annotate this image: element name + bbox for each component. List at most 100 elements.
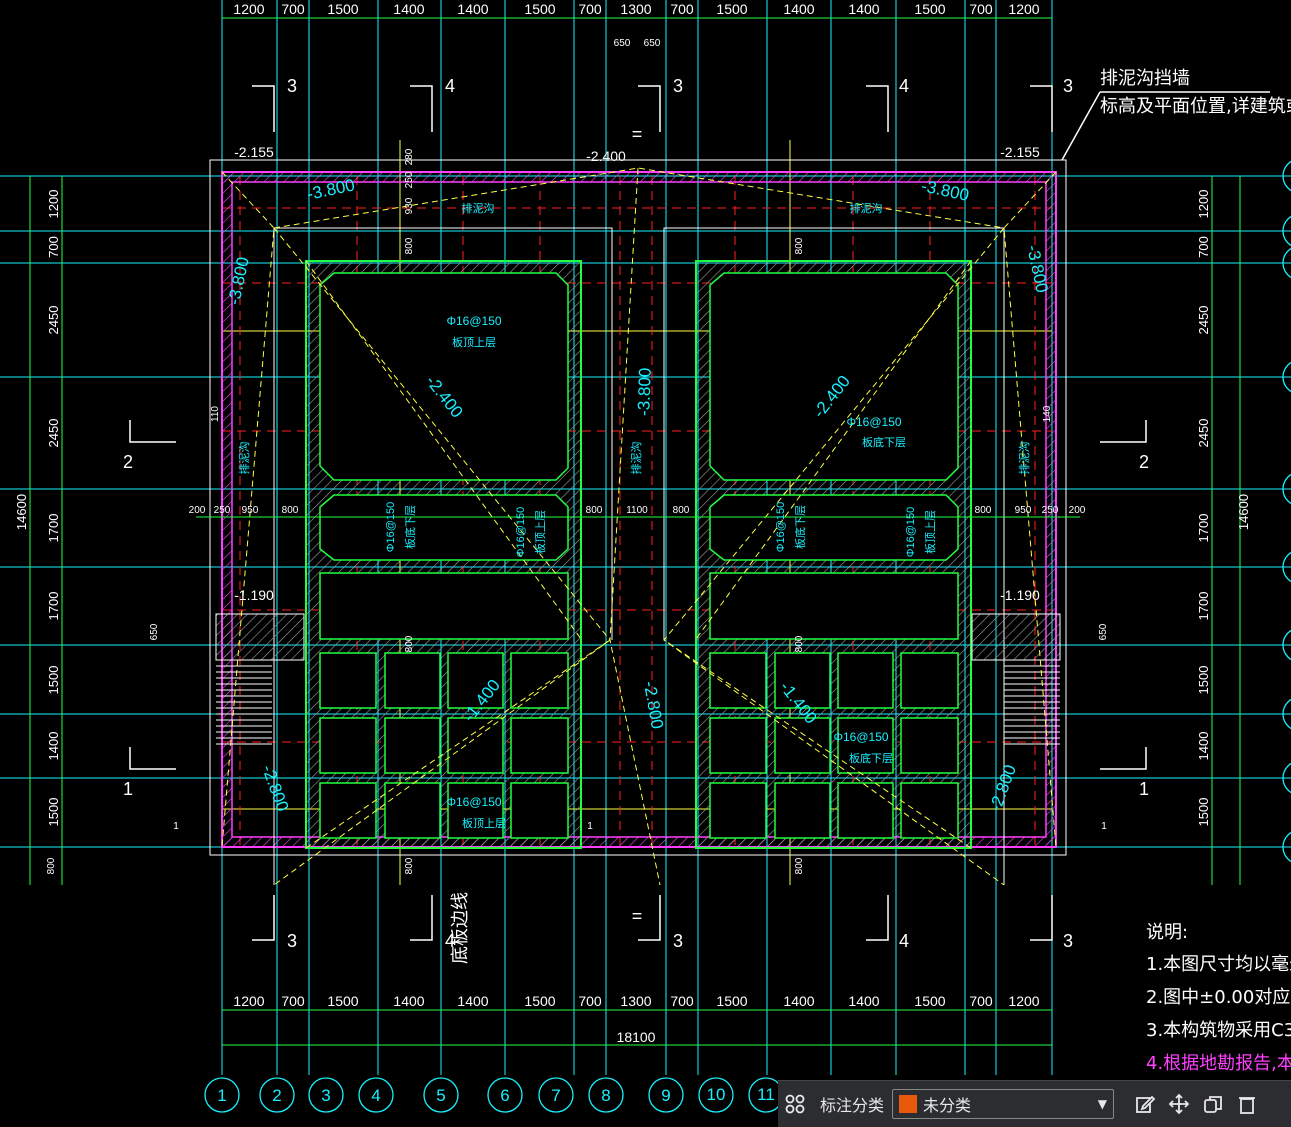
axis-bubble-9[interactable]: 9 — [648, 1077, 684, 1113]
small-dim: 280 — [404, 148, 415, 165]
right-dim: 1400 — [1196, 732, 1211, 761]
section-2: 2 — [1139, 452, 1149, 472]
trench-label: 排泥沟 — [462, 201, 495, 215]
axis-bubble-4[interactable]: 4 — [358, 1077, 394, 1113]
rebar-spec: Φ16@150 — [385, 502, 397, 553]
section-3: 3 — [1063, 76, 1073, 96]
row-dim: 950 — [1015, 505, 1032, 516]
bottom-dimension-texts: 1200 700 1500 1400 1400 1500 700 1300 70… — [233, 993, 1039, 1045]
rebar-layer: 板底下层 — [793, 505, 807, 549]
notes: 说明: 1.本图尺寸均以毫米计,标 2.图中±0.00对应的绝对 3.本构筑物采… — [1146, 922, 1291, 1074]
bottom-dim: 1500 — [524, 993, 555, 1009]
top-dim: 1500 — [716, 1, 747, 17]
axis-bubble-8[interactable]: 8 — [588, 1077, 624, 1113]
small-dim: 800 — [794, 635, 805, 652]
left-dim: 2450 — [46, 306, 61, 335]
axis-bubble-1[interactable]: 1 — [204, 1077, 240, 1113]
section-4: 4 — [899, 931, 909, 951]
axis-bubble-6[interactable]: 6 — [487, 1077, 523, 1113]
bottom-dim: 1200 — [233, 993, 264, 1009]
delete-icon[interactable] — [1230, 1087, 1264, 1121]
bottom-dim: 700 — [670, 993, 694, 1009]
mark-1: 1 — [1101, 821, 1107, 832]
top-dim: 1200 — [1008, 1, 1039, 17]
small-dim: 800 — [404, 857, 415, 874]
notes-title: 说明: — [1146, 922, 1188, 943]
right-dim: 1500 — [1196, 798, 1211, 827]
bottom-dim: 700 — [969, 993, 993, 1009]
top-dim: 1400 — [457, 1, 488, 17]
category-dropdown[interactable]: 未分类 ▼ — [892, 1089, 1115, 1119]
edit-icon[interactable] — [1128, 1087, 1162, 1121]
rebar-spec: Φ16@150 — [515, 507, 527, 558]
row-dim: 200 — [189, 505, 206, 516]
bottom-edge-label: 底板边线 — [450, 892, 471, 964]
axis-bubble-10[interactable]: 10 — [698, 1077, 734, 1113]
category-color-swatch — [899, 1095, 918, 1113]
top-dim: 1500 — [914, 1, 945, 17]
axis-bubble-5[interactable]: 5 — [423, 1077, 459, 1113]
section-3: 3 — [287, 76, 297, 96]
right-dim: 700 — [1196, 236, 1211, 258]
note-line-highlight: 4.根据地勘报告,本构筑物 — [1146, 1053, 1291, 1074]
copy-icon[interactable] — [1196, 1087, 1230, 1121]
left-dim: 1500 — [46, 798, 61, 827]
small-dim: 250 — [404, 171, 415, 188]
right-dim: 2450 — [1196, 419, 1211, 448]
left-dim: 800 — [46, 857, 57, 874]
axis-bubble-3[interactable]: 3 — [308, 1077, 344, 1113]
grid-icon[interactable] — [778, 1087, 812, 1121]
total-width-dim: 18100 — [617, 1029, 656, 1045]
trench-label: 排泥沟 — [850, 201, 883, 215]
bottom-dim: 1400 — [783, 993, 814, 1009]
bottom-dim: 1500 — [716, 993, 747, 1009]
move-icon[interactable] — [1162, 1087, 1196, 1121]
left-dim: 2450 — [46, 419, 61, 448]
mark-1: 1 — [173, 821, 179, 832]
right-dim: 2450 — [1196, 306, 1211, 335]
svg-text:9: 9 — [661, 1086, 670, 1105]
top-dimension-texts: 1200 700 1500 1400 1400 1500 700 1300 70… — [233, 1, 1039, 49]
bottom-dim: 1500 — [914, 993, 945, 1009]
rebar-layer: 板顶上层 — [462, 816, 506, 830]
elevation: -1.190 — [234, 587, 274, 603]
small-dim: 800 — [794, 237, 805, 254]
top-dim: 1400 — [848, 1, 879, 17]
axis-bubble-2[interactable]: 2 — [259, 1077, 295, 1113]
mark-1: 1 — [587, 821, 593, 832]
right-dim: 1700 — [1196, 592, 1211, 621]
small-dim: 930 — [404, 197, 415, 214]
section-2: 2 — [123, 452, 133, 472]
svg-text:1: 1 — [217, 1086, 226, 1105]
row-dim: 800 — [282, 505, 299, 516]
leader-subtitle: 标高及平面位置,详建筑或工艺 — [1100, 96, 1291, 117]
rebar-spec: Φ16@150 — [446, 314, 501, 328]
small-dim: 800 — [404, 635, 415, 652]
svg-text:2: 2 — [272, 1086, 281, 1105]
svg-text:10: 10 — [707, 1085, 726, 1104]
top-dim: 1200 — [233, 1, 264, 17]
axis-bubble-7[interactable]: 7 — [538, 1077, 574, 1113]
right-dimension-texts: 1200 700 2450 2450 1700 1700 1500 1400 1… — [1196, 190, 1251, 827]
cad-drawing[interactable]: 1200 700 1500 1400 1400 1500 700 1300 70… — [0, 0, 1291, 1126]
chevron-down-icon: ▼ — [1097, 1097, 1108, 1111]
section-4: 4 — [445, 76, 455, 96]
bottom-dim: 1500 — [327, 993, 358, 1009]
row-dim: 800 — [586, 505, 603, 516]
svg-text:11: 11 — [757, 1085, 775, 1104]
top-dim: 1400 — [783, 1, 814, 17]
note-line: 3.本构筑物采用C30混凝 — [1146, 1020, 1291, 1041]
section-4: 4 — [899, 76, 909, 96]
top-dim: 700 — [578, 1, 602, 17]
left-dim: 1200 — [46, 190, 61, 219]
row-dim: 800 — [673, 505, 690, 516]
stair-dim: 650 — [149, 623, 160, 640]
trench-label: 排泥沟 — [1017, 442, 1031, 475]
bottom-dim: 700 — [281, 993, 305, 1009]
rebar-spec: Φ16@150 — [775, 502, 787, 553]
center-mark: = — [632, 124, 643, 144]
center-dim: 650 — [644, 38, 661, 49]
elevation: -2.400 — [586, 148, 626, 164]
rebar-layer: 板顶上层 — [923, 510, 937, 554]
bottom-dim: 1400 — [848, 993, 879, 1009]
